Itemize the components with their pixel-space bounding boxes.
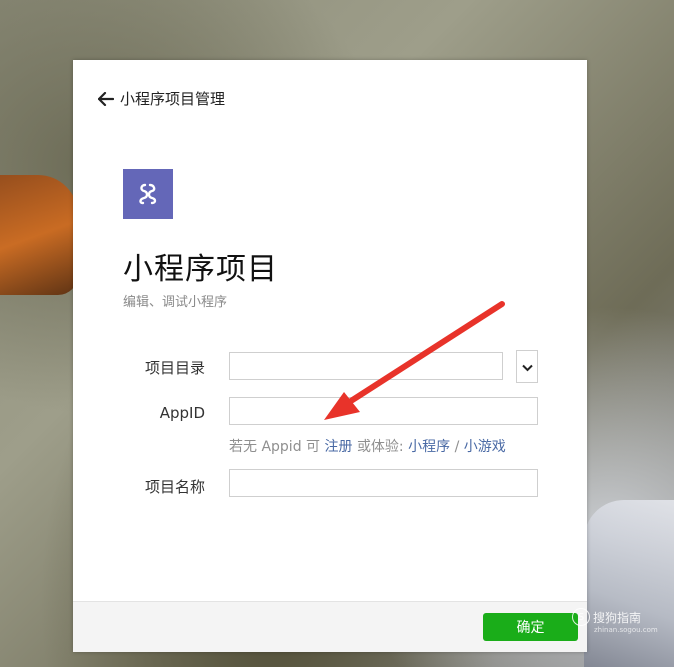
chevron-down-icon [521, 357, 533, 376]
back-to-project-management[interactable]: 小程序项目管理 [98, 88, 225, 109]
watermark-brand: 搜狗指南 [593, 610, 642, 625]
appid-hint: 若无 Appid 可 注册 或体验: 小程序 / 小游戏 [229, 436, 506, 456]
page-subtitle: 编辑、调试小程序 [123, 295, 228, 310]
background-decoration-left [0, 175, 78, 295]
red-annotation-arrow [324, 301, 505, 420]
dialog-footer: 确定 [73, 601, 587, 652]
project-directory-label: 项目目录 [144, 359, 205, 377]
project-name-label: 项目名称 [144, 478, 205, 496]
mini-program-logo-icon [123, 169, 173, 219]
appid-label: AppID [159, 404, 205, 422]
back-label: 小程序项目管理 [120, 90, 226, 108]
confirm-button[interactable]: 确定 [483, 613, 578, 641]
hint-middle: 或体验: [356, 439, 404, 455]
project-name-input[interactable] [229, 469, 538, 497]
watermark: S 搜狗指南 [572, 608, 641, 626]
background-decoration-right [584, 500, 674, 667]
hint-prefix: 若无 Appid 可 [229, 439, 321, 455]
page-title: 小程序项目 [123, 252, 278, 287]
arrow-left-icon [98, 91, 114, 106]
mini-program-link[interactable]: 小程序 [408, 439, 450, 455]
watermark-url: zhinan.sogou.com [594, 626, 658, 634]
hint-separator: / [454, 439, 460, 455]
register-link[interactable]: 注册 [324, 439, 352, 455]
watermark-logo-icon: S [572, 608, 590, 626]
mini-game-link[interactable]: 小游戏 [464, 439, 506, 455]
directory-dropdown-button[interactable] [516, 350, 538, 383]
